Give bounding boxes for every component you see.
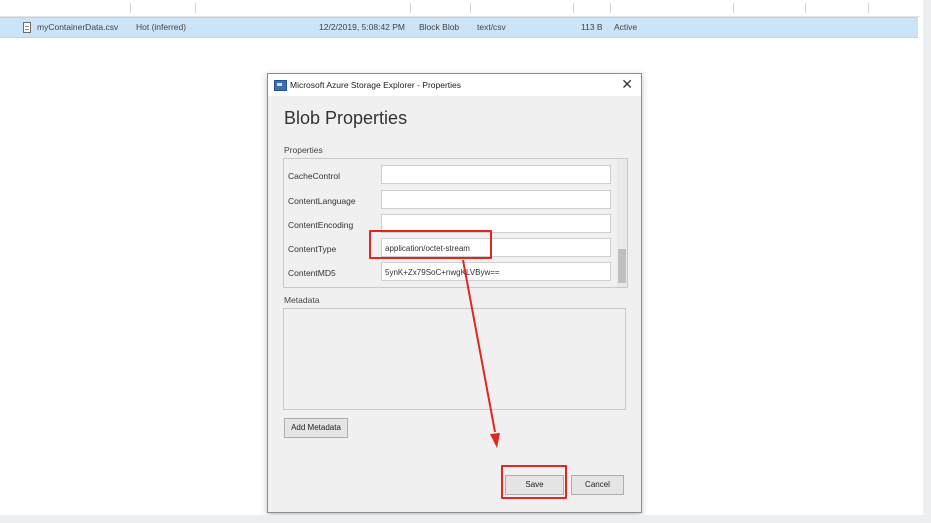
annotation-arrow bbox=[462, 259, 500, 448]
